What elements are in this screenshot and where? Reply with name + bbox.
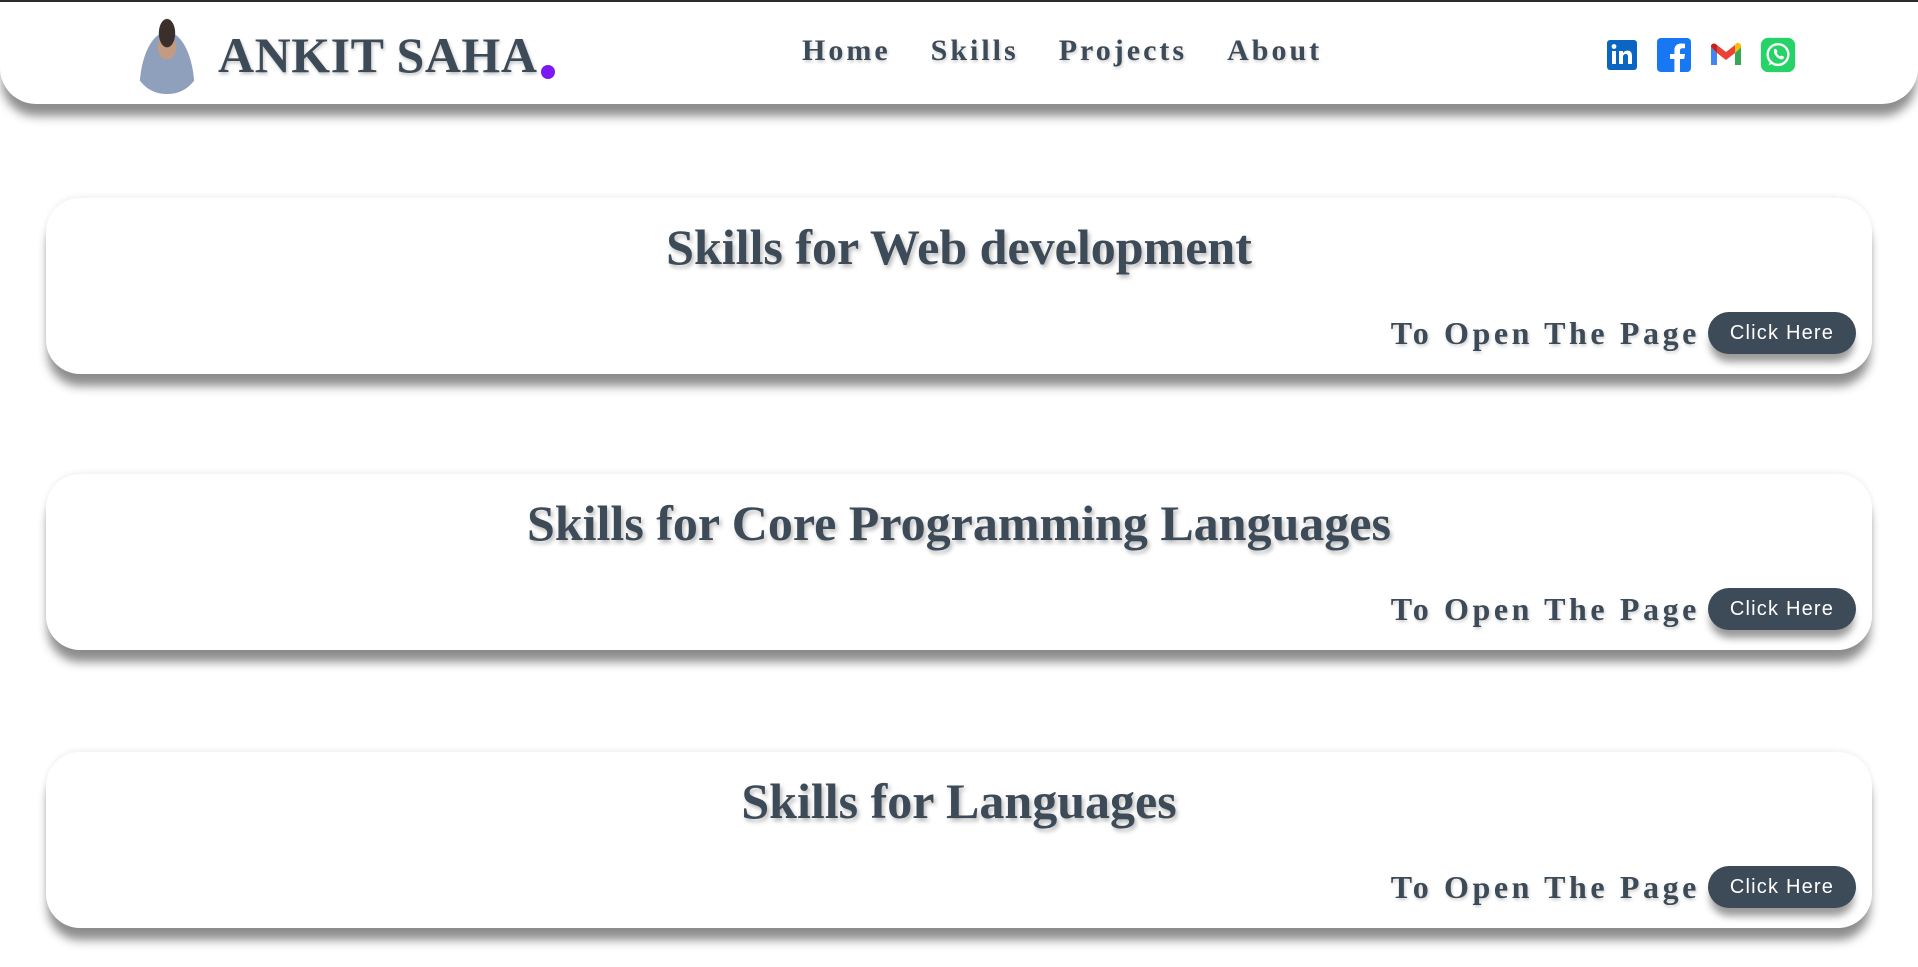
social-links	[1604, 36, 1796, 74]
click-here-button[interactable]: Click Here	[1708, 312, 1856, 354]
facebook-icon[interactable]	[1656, 36, 1692, 74]
open-row: To Open The Page Click Here	[1391, 866, 1856, 908]
brand[interactable]: ANKIT SAHA	[132, 16, 556, 94]
open-row: To Open The Page Click Here	[1391, 312, 1856, 354]
nav-skills[interactable]: Skills	[931, 34, 1019, 68]
click-here-button[interactable]: Click Here	[1708, 588, 1856, 630]
open-page-label: To Open The Page	[1390, 590, 1700, 627]
nav-home[interactable]: Home	[802, 34, 891, 68]
skills-card-web: Skills for Web development To Open The P…	[46, 198, 1872, 374]
brand-name: ANKIT SAHA	[218, 27, 538, 83]
brand-dot	[541, 65, 556, 79]
skills-card-core: Skills for Core Programming Languages To…	[46, 474, 1872, 650]
top-navbar: ANKIT SAHA Home Skills Projects About	[0, 4, 1918, 104]
card-title: Skills for Web development	[666, 219, 1252, 275]
skills-card-languages: Skills for Languages To Open The Page Cl…	[46, 752, 1872, 928]
card-title: Skills for Core Programming Languages	[527, 495, 1391, 551]
card-title: Skills for Languages	[741, 773, 1177, 829]
linkedin-icon[interactable]	[1604, 36, 1640, 74]
click-here-button[interactable]: Click Here	[1708, 866, 1856, 908]
gmail-icon[interactable]	[1708, 36, 1744, 74]
open-page-label: To Open The Page	[1390, 314, 1700, 351]
open-row: To Open The Page Click Here	[1391, 588, 1856, 630]
open-page-label: To Open The Page	[1390, 868, 1700, 905]
nav-about[interactable]: About	[1227, 34, 1322, 68]
whatsapp-icon[interactable]	[1760, 36, 1796, 74]
avatar	[132, 16, 202, 94]
nav-projects[interactable]: Projects	[1059, 34, 1187, 68]
main-nav: Home Skills Projects About	[802, 34, 1322, 68]
